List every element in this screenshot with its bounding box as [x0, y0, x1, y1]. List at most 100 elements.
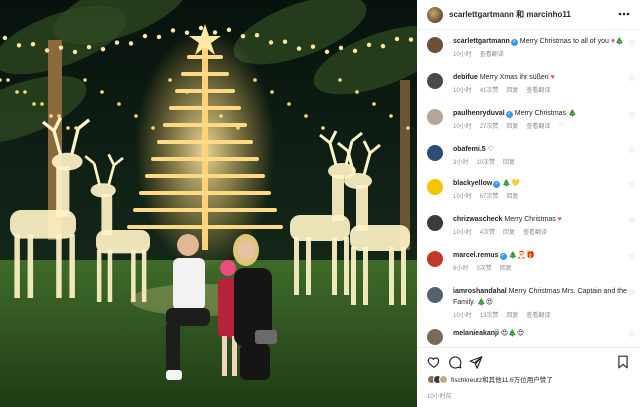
translate-button[interactable]: 查看翻译	[523, 227, 547, 236]
comment-like-count[interactable]: 3次赞	[476, 263, 491, 272]
comment-username[interactable]: scarlettgartmann	[453, 38, 510, 45]
string-light	[117, 102, 121, 106]
comment-like-heart-icon[interactable]: ♡	[629, 39, 635, 47]
comment-item: iamroshandahal Merry Christmas Mrs. Capt…	[427, 286, 635, 319]
save-bookmark-icon[interactable]	[616, 355, 630, 369]
string-light	[240, 34, 246, 39]
comment-like-count[interactable]: 10次赞	[476, 157, 495, 166]
post-photo	[0, 0, 417, 407]
more-options-icon[interactable]	[618, 12, 630, 16]
comment-like-heart-icon[interactable]: ♡	[629, 289, 635, 297]
string-light	[270, 90, 274, 94]
liker-avatar	[439, 374, 448, 384]
string-light	[2, 35, 8, 41]
reindeer-leg	[14, 234, 20, 298]
child-face-emoji	[220, 260, 236, 276]
translate-button[interactable]: 查看翻译	[526, 310, 550, 319]
reply-button[interactable]: 回复	[506, 85, 518, 94]
reply-button[interactable]: 回复	[503, 157, 515, 166]
comment-username[interactable]: debifue	[453, 74, 478, 81]
comment-username[interactable]: marcel.remus	[453, 252, 499, 259]
comment-like-heart-icon[interactable]: ♡	[629, 331, 635, 339]
comment-like-heart-icon[interactable]: ♡	[629, 111, 635, 119]
reindeer-leg	[401, 247, 406, 305]
reply-button[interactable]: 回复	[506, 121, 518, 130]
commenter-avatar[interactable]	[427, 109, 443, 125]
christmas-family-photo	[0, 0, 417, 407]
reindeer-leg	[69, 234, 75, 298]
man-leg	[166, 324, 180, 374]
reply-button[interactable]: 回复	[503, 227, 515, 236]
comment-icon[interactable]	[448, 355, 462, 369]
comment-text: Merry Christmas	[514, 110, 569, 117]
likes-summary[interactable]: fischkreutz和其他11.6万位用户赞了	[427, 374, 553, 384]
string-light	[23, 90, 27, 94]
comment-username[interactable]: chrizwascheck	[453, 216, 502, 223]
comment-like-heart-icon[interactable]: ♡	[629, 181, 635, 189]
comment-like-count[interactable]: 4次赞	[480, 227, 495, 236]
woman-legs	[240, 344, 270, 380]
translate-button[interactable]: 查看翻译	[526, 121, 550, 130]
comment-like-heart-icon[interactable]: ♡	[629, 253, 635, 261]
comment-like-count[interactable]: 27次赞	[480, 121, 499, 130]
man-trousers	[166, 308, 210, 326]
string-light	[15, 90, 19, 94]
string-light	[287, 102, 291, 106]
string-light	[32, 102, 36, 106]
reindeer-neck	[56, 166, 70, 217]
comment-username[interactable]: obafemi.5	[453, 146, 486, 153]
comment-list[interactable]: scarlettgartmann ✓ Merry Christmas to all …	[417, 31, 640, 345]
comment-emoji: ♥🎄	[610, 38, 624, 45]
string-light	[380, 43, 386, 49]
post-authors[interactable]: scarlettgartmann 和 marcinho11	[449, 9, 571, 20]
commenter-avatar[interactable]	[427, 215, 443, 231]
comment-item: paulhenryduval ✓ Merry Christmas 🎄 10小时 27次赞…	[427, 108, 635, 130]
comment-more-button[interactable]: ···	[558, 121, 564, 130]
commenter-avatar[interactable]	[427, 37, 443, 53]
like-heart-icon[interactable]	[427, 355, 441, 369]
comment-username[interactable]: paulhenryduval	[453, 110, 505, 117]
commenter-avatar[interactable]	[427, 73, 443, 89]
comment-like-heart-icon[interactable]: ♡	[629, 147, 635, 155]
commenter-avatar[interactable]	[427, 287, 443, 303]
comment-username[interactable]: melanieakanji	[453, 330, 499, 337]
reindeer-leg	[294, 237, 299, 295]
action-bar	[417, 347, 640, 373]
comment-username[interactable]: blackyellow	[453, 180, 492, 187]
reply-button[interactable]: 回复	[506, 191, 518, 200]
comment-like-count[interactable]: 13次赞	[480, 310, 499, 319]
comment-text: Merry Xmas ihr süßen	[479, 74, 551, 81]
reply-button[interactable]: 回复	[500, 263, 512, 272]
reindeer-leg	[351, 247, 356, 305]
comment-emoji: ♥	[557, 216, 562, 223]
comment-like-heart-icon[interactable]: ♡	[629, 75, 635, 83]
string-light	[40, 102, 44, 106]
comment-like-count[interactable]: 41次赞	[480, 85, 499, 94]
commenter-avatar[interactable]	[427, 179, 443, 195]
translate-button[interactable]: 查看翻译	[480, 49, 504, 58]
reindeer-leg	[27, 234, 34, 298]
comment-like-count[interactable]: 67次赞	[480, 191, 499, 200]
string-light	[49, 114, 53, 118]
translate-button[interactable]: 查看翻译	[526, 85, 550, 94]
string-light	[282, 39, 288, 44]
string-light	[83, 78, 87, 82]
likes-text[interactable]: fischkreutz和其他11.6万位用户赞了	[451, 374, 553, 384]
string-light	[324, 49, 330, 55]
comment-username[interactable]: iamroshandahal	[453, 288, 507, 295]
verified-badge-icon: ✓	[493, 181, 501, 188]
string-light	[408, 37, 414, 42]
string-light	[156, 34, 162, 40]
commenter-avatar[interactable]	[427, 329, 443, 345]
comment-like-heart-icon[interactable]: ♡	[629, 217, 635, 225]
reply-button[interactable]: 回复	[506, 310, 518, 319]
tree-branch	[133, 208, 277, 212]
commenter-avatar[interactable]	[427, 251, 443, 267]
woman-handbag	[255, 330, 277, 344]
author-avatar[interactable]	[427, 6, 443, 23]
reindeer-leg	[363, 247, 368, 305]
share-icon[interactable]	[469, 355, 483, 369]
commenter-avatar[interactable]	[427, 145, 443, 161]
string-light	[394, 36, 400, 42]
tree-branch	[163, 123, 247, 127]
